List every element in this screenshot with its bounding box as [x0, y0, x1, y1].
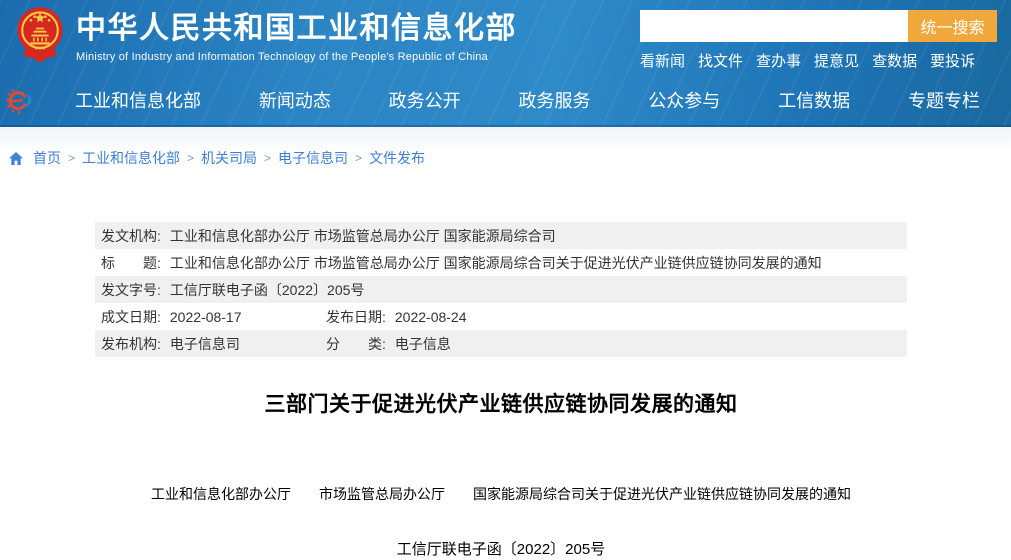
meta-value: 工业和信息化部办公厅 市场监管总局办公厅 国家能源局综合司关于促进光伏产业链供应… — [170, 253, 822, 273]
nav-item-special-columns[interactable]: 专题专栏 — [908, 87, 980, 113]
meta-label: 发布日期: — [326, 307, 386, 327]
meta-label: 成文日期: — [101, 307, 161, 327]
site-header: 中华人民共和国工业和信息化部 Ministry of Industry and … — [0, 0, 1011, 127]
document-meta-table: 发文机构: 工业和信息化部办公厅 市场监管总局办公厅 国家能源局综合司 标 题:… — [95, 222, 907, 357]
nav-item-miit[interactable]: 工业和信息化部 — [75, 87, 201, 113]
quick-link-complaint[interactable]: 要投诉 — [930, 50, 975, 71]
meta-value: 电子信息 — [395, 334, 451, 354]
meta-row-publisher-category: 发布机构: 电子信息司 分 类: 电子信息 — [95, 330, 907, 357]
breadcrumb-item-document-release: 文件发布 — [369, 148, 425, 168]
meta-label: 发布机构: — [101, 334, 161, 354]
nav-item-gov-services[interactable]: 政务服务 — [518, 87, 590, 113]
breadcrumb-separator: > — [187, 151, 194, 165]
meta-row-document-number: 发文字号: 工信厅联电子函〔2022〕205号 — [95, 276, 907, 303]
breadcrumb-item-miit[interactable]: 工业和信息化部 — [82, 148, 180, 168]
meta-row-dates: 成文日期: 2022-08-17 发布日期: 2022-08-24 — [95, 303, 907, 330]
article-byline: 工业和信息化部办公厅 市场监管总局办公厅 国家能源局综合司关于促进光伏产业链供应… — [95, 484, 907, 504]
article-doc-number: 工信厅联电子函〔2022〕205号 — [95, 538, 907, 559]
meta-value: 2022-08-17 — [170, 309, 242, 325]
meta-label: 发文机构: — [101, 226, 161, 246]
breadcrumb-item-home[interactable]: 首页 — [33, 148, 61, 168]
search-input[interactable] — [640, 10, 908, 42]
site-title: 中华人民共和国工业和信息化部 — [76, 12, 517, 46]
meta-row-issuing-agency: 发文机构: 工业和信息化部办公厅 市场监管总局办公厅 国家能源局综合司 — [95, 222, 907, 249]
quick-link-services[interactable]: 查办事 — [756, 50, 801, 71]
national-emblem-icon — [14, 6, 66, 64]
meta-label: 发文字号: — [101, 280, 161, 300]
quick-link-data[interactable]: 查数据 — [872, 50, 917, 71]
meta-value: 电子信息司 — [170, 334, 240, 354]
breadcrumb-item-electronic-info-dept[interactable]: 电子信息司 — [278, 148, 348, 168]
meta-row-title: 标 题: 工业和信息化部办公厅 市场监管总局办公厅 国家能源局综合司关于促进光伏… — [95, 249, 907, 276]
breadcrumb-separator: > — [355, 151, 362, 165]
meta-label: 标 题: — [101, 253, 161, 273]
national-emblem-logo[interactable] — [14, 6, 66, 69]
meta-value: 工信厅联电子函〔2022〕205号 — [170, 280, 365, 300]
quick-link-documents[interactable]: 找文件 — [698, 50, 743, 71]
quick-link-feedback[interactable]: 提意见 — [814, 50, 859, 71]
unified-search-button[interactable]: 统一搜索 — [908, 10, 997, 42]
main-nav: 工业和信息化部 新闻动态 政务公开 政务服务 公众参与 工信数据 专题专栏 — [75, 87, 980, 113]
meta-label: 分 类: — [326, 334, 386, 354]
nav-item-public-participation[interactable]: 公众参与 — [648, 87, 720, 113]
nav-item-miit-data[interactable]: 工信数据 — [778, 87, 850, 113]
meta-value: 工业和信息化部办公厅 市场监管总局办公厅 国家能源局综合司 — [170, 226, 556, 246]
breadcrumb-separator: > — [264, 151, 271, 165]
quick-links: 看新闻 找文件 查办事 提意见 查数据 要投诉 — [640, 50, 997, 71]
document-content: 发文机构: 工业和信息化部办公厅 市场监管总局办公厅 国家能源局综合司 标 题:… — [95, 222, 907, 559]
nav-item-gov-affairs[interactable]: 政务公开 — [389, 87, 461, 113]
nav-item-news[interactable]: 新闻动态 — [259, 87, 331, 113]
masthead-home-link[interactable]: 中华人民共和国工业和信息化部 Ministry of Industry and … — [76, 12, 517, 63]
miit-logo-icon[interactable] — [6, 88, 32, 119]
meta-value: 2022-08-24 — [395, 309, 467, 325]
breadcrumb-item-departments[interactable]: 机关司局 — [201, 148, 257, 168]
breadcrumb-bar: 首页 > 工业和信息化部 > 机关司局 > 电子信息司 > 文件发布 — [0, 127, 1011, 176]
breadcrumb-separator: > — [68, 151, 75, 165]
site-title-english: Ministry of Industry and Information Tec… — [76, 51, 517, 63]
home-icon[interactable] — [8, 151, 24, 166]
article-title: 三部门关于促进光伏产业链供应链协同发展的通知 — [95, 388, 907, 418]
breadcrumb: 首页 > 工业和信息化部 > 机关司局 > 电子信息司 > 文件发布 — [8, 148, 425, 168]
quick-link-news[interactable]: 看新闻 — [640, 50, 685, 71]
search-area: 统一搜索 看新闻 找文件 查办事 提意见 查数据 要投诉 — [640, 10, 997, 71]
